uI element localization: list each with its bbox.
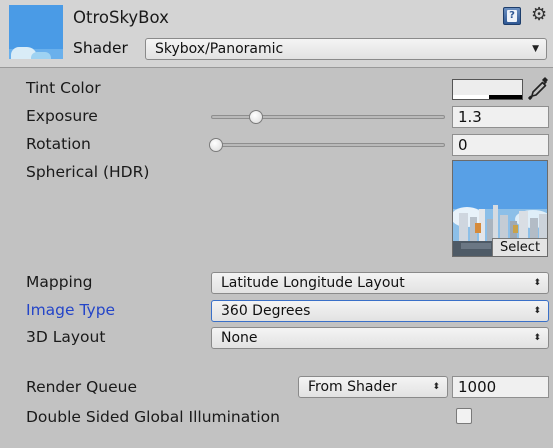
3d-layout-dropdown[interactable]: None ⬍ — [211, 327, 549, 349]
render-queue-mode-value: From Shader — [308, 379, 397, 395]
spherical-hdr-label: Spherical (HDR) — [26, 163, 150, 181]
exposure-slider-track[interactable] — [211, 115, 445, 119]
dropdown-arrow-icon: ⬍ — [533, 333, 541, 343]
dropdown-arrow-icon: ⬍ — [432, 382, 440, 392]
help-book-icon[interactable]: ? — [503, 7, 521, 25]
tint-color-swatch[interactable] — [452, 79, 523, 100]
rotation-label: Rotation — [26, 135, 91, 153]
shader-label: Shader — [73, 39, 128, 57]
exposure-slider-thumb[interactable] — [249, 110, 264, 124]
shader-dropdown-value: Skybox/Panoramic — [155, 41, 284, 57]
double-sided-gi-label: Double Sided Global Illumination — [26, 408, 280, 426]
mapping-dropdown[interactable]: Latitude Longitude Layout ⬍ — [211, 272, 549, 294]
eyedropper-icon[interactable] — [527, 76, 549, 102]
material-preview-thumbnail — [9, 5, 63, 59]
tint-color-label: Tint Color — [26, 79, 101, 97]
3d-layout-dropdown-value: None — [221, 330, 258, 346]
material-name: OtroSkyBox — [73, 8, 169, 27]
exposure-value-field[interactable]: 1.3 — [452, 106, 549, 128]
render-queue-value-field[interactable]: 1000 — [452, 376, 549, 398]
image-type-dropdown[interactable]: 360 Degrees ⬍ — [211, 300, 549, 322]
material-header: OtroSkyBox Shader Skybox/Panoramic ▼ ? ⚙ — [0, 0, 553, 68]
rotation-slider-thumb[interactable] — [209, 138, 223, 152]
dropdown-arrow-icon: ⬍ — [533, 306, 541, 316]
gear-icon[interactable]: ⚙ — [531, 5, 551, 25]
exposure-label: Exposure — [26, 107, 98, 125]
spherical-texture-slot[interactable]: Select — [452, 160, 548, 257]
mapping-label: Mapping — [26, 273, 93, 291]
render-queue-mode-dropdown[interactable]: From Shader ⬍ — [298, 376, 448, 398]
double-sided-gi-checkbox[interactable] — [456, 408, 472, 424]
image-type-dropdown-value: 360 Degrees — [221, 303, 311, 319]
shader-dropdown[interactable]: Skybox/Panoramic ▼ — [145, 38, 547, 60]
3d-layout-label: 3D Layout — [26, 328, 106, 346]
image-type-label: Image Type — [26, 301, 116, 319]
mapping-dropdown-value: Latitude Longitude Layout — [221, 275, 405, 291]
dropdown-arrow-icon: ⬍ — [533, 278, 541, 288]
render-queue-label: Render Queue — [26, 378, 138, 396]
texture-select-button[interactable]: Select — [492, 238, 547, 256]
dropdown-arrow-icon: ▼ — [532, 44, 539, 54]
rotation-slider-track[interactable] — [211, 143, 445, 147]
rotation-value-field[interactable]: 0 — [452, 134, 549, 156]
